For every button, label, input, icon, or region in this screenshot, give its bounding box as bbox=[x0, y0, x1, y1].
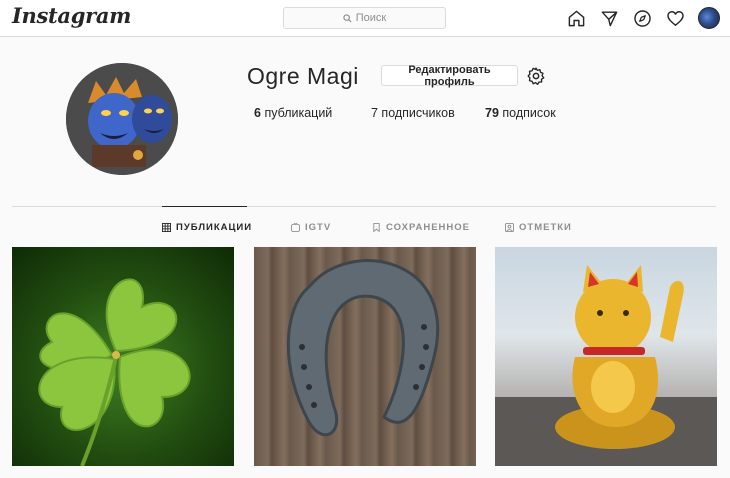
post-thumbnail-clover[interactable] bbox=[12, 247, 234, 466]
posts-count: 6 публикаций bbox=[254, 106, 371, 120]
settings-gear-icon[interactable] bbox=[526, 66, 546, 86]
tab-tagged-label: ОТМЕТКИ bbox=[519, 222, 572, 233]
lucky-cat-image bbox=[495, 265, 717, 466]
profile-username: Ogre Magi bbox=[247, 63, 359, 89]
nav-icons bbox=[560, 7, 720, 29]
post-thumbnail-horseshoe[interactable] bbox=[254, 247, 476, 466]
home-icon[interactable] bbox=[560, 7, 593, 29]
grid-icon bbox=[162, 223, 171, 232]
top-nav-bar: Instagram Поиск bbox=[0, 0, 730, 37]
clover-image bbox=[38, 278, 191, 466]
search-icon bbox=[343, 13, 352, 23]
heart-icon[interactable] bbox=[659, 7, 692, 29]
instagram-logo[interactable]: Instagram bbox=[12, 3, 131, 28]
posts-count-value: 6 bbox=[254, 106, 261, 120]
direct-icon[interactable] bbox=[593, 7, 626, 29]
following-count-label: подписок bbox=[502, 106, 556, 120]
explore-icon[interactable] bbox=[626, 7, 659, 29]
tab-posts-label: ПУБЛИКАЦИИ bbox=[176, 222, 253, 233]
following-count-value: 79 bbox=[485, 106, 499, 120]
edit-profile-button[interactable]: Редактировать профиль bbox=[381, 64, 518, 88]
active-tab-indicator bbox=[162, 206, 247, 207]
tab-tagged[interactable]: ОТМЕТКИ bbox=[505, 222, 572, 233]
tab-saved-label: СОХРАНЕННОЕ bbox=[386, 222, 470, 233]
tab-saved[interactable]: СОХРАНЕННОЕ bbox=[372, 222, 470, 233]
igtv-icon bbox=[291, 223, 300, 232]
tabs-divider bbox=[12, 206, 716, 207]
horseshoe-image bbox=[286, 259, 440, 437]
following-count[interactable]: 79 подписок bbox=[485, 106, 556, 120]
profile-stats: 6 публикаций 7 подписчиков 79 подписок bbox=[254, 106, 556, 120]
tab-igtv[interactable]: IGTV bbox=[291, 222, 331, 233]
tagged-icon bbox=[505, 223, 514, 232]
ogre-magi-portrait bbox=[66, 63, 178, 175]
tab-posts[interactable]: ПУБЛИКАЦИИ bbox=[162, 222, 252, 233]
followers-count[interactable]: 7 подписчиков bbox=[371, 106, 485, 120]
profile-avatar-nav[interactable] bbox=[698, 7, 720, 29]
tab-igtv-label: IGTV bbox=[305, 222, 332, 233]
posts-count-label: публикаций bbox=[264, 106, 333, 120]
profile-avatar[interactable] bbox=[66, 63, 178, 175]
search-placeholder: Поиск bbox=[355, 12, 387, 24]
post-thumbnail-lucky-cat[interactable] bbox=[495, 247, 717, 466]
followers-count-label: 7 подписчиков bbox=[371, 106, 455, 120]
search-input[interactable]: Поиск bbox=[283, 7, 446, 29]
bookmark-icon bbox=[373, 223, 380, 232]
